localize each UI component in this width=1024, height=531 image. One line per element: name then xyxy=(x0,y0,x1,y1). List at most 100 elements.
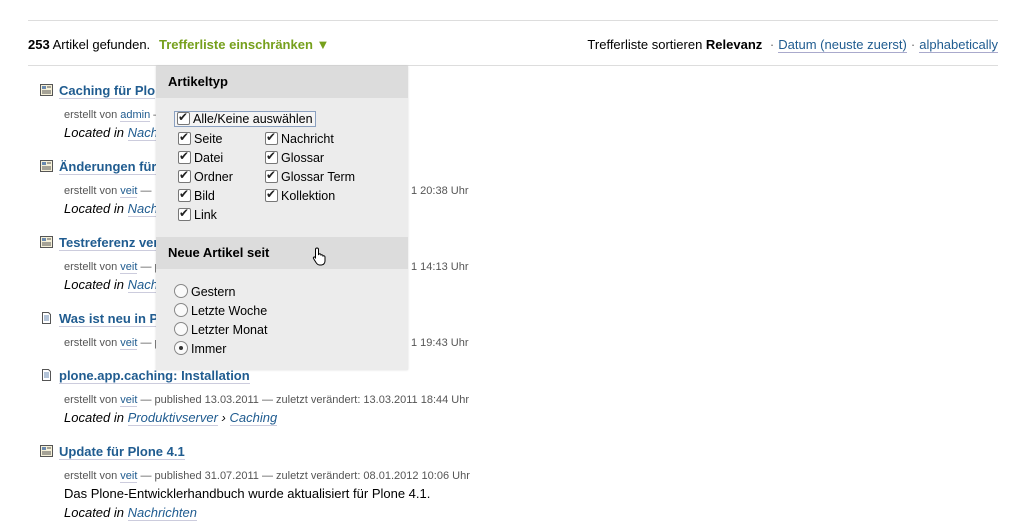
filter-toggle-label[interactable]: Trefferliste einschränken xyxy=(159,37,313,52)
type-label[interactable]: Seite xyxy=(194,132,223,146)
checkbox-checked-icon[interactable] xyxy=(265,130,278,145)
type-checkbox[interactable]: Seite xyxy=(178,130,223,146)
radio-selected-icon[interactable] xyxy=(174,341,188,355)
results-toolbar: 253 Artikel gefunden. Trefferliste einsc… xyxy=(28,33,998,66)
meta-prefix: erstellt von xyxy=(64,394,118,406)
type-checkbox[interactable]: Glossar Term xyxy=(265,168,355,184)
type-label[interactable]: Link xyxy=(194,208,217,222)
result-count: 253 Artikel gefunden. xyxy=(28,37,150,52)
sort-label: Trefferliste sortieren xyxy=(587,37,703,52)
meta-dates: — xyxy=(137,185,152,197)
checkbox-checked-icon[interactable] xyxy=(178,149,191,164)
meta-prefix: erstellt von xyxy=(64,185,118,197)
author-link[interactable]: veit xyxy=(120,394,138,407)
radio-label[interactable]: Gestern xyxy=(191,285,235,299)
radio-label[interactable]: Letzte Woche xyxy=(191,304,267,318)
result-meta: erstellt von veit — xyxy=(64,185,152,198)
location-link[interactable]: Nach xyxy=(127,125,158,141)
filter-toggle-link[interactable]: Trefferliste einschränken ▼ xyxy=(159,37,329,52)
meta-prefix: erstellt von xyxy=(64,470,118,482)
result-title-link[interactable]: plone.app.caching: Installation xyxy=(59,368,250,384)
hand-cursor-icon xyxy=(312,247,326,266)
checkbox-checked-icon[interactable] xyxy=(265,187,278,202)
result-meta: erstellt von veit — p xyxy=(64,261,161,274)
type-checkbox[interactable]: Nachricht xyxy=(265,130,334,146)
result-title-link[interactable]: Caching für Plo xyxy=(59,83,156,99)
sort-options: Trefferliste sortieren Relevanz · Datum (… xyxy=(587,37,998,53)
radio-icon[interactable] xyxy=(174,284,188,298)
top-divider xyxy=(28,20,998,21)
result-meta: erstellt von veit — p xyxy=(64,337,161,350)
checkbox-checked-icon[interactable] xyxy=(177,110,190,125)
since-radio[interactable]: Letzter Monat xyxy=(174,322,267,337)
author-link[interactable]: veit xyxy=(120,185,138,198)
meta-dates: — published 13.03.2011 — zuletzt verände… xyxy=(137,394,470,406)
news-item-icon xyxy=(40,160,53,172)
page-icon xyxy=(42,369,51,381)
radio-icon[interactable] xyxy=(174,303,188,317)
radio-icon[interactable] xyxy=(174,322,188,336)
type-label[interactable]: Glossar Term xyxy=(281,170,355,184)
meta-dates-tail: 1 20:38 Uhr xyxy=(411,185,469,197)
type-label[interactable]: Datei xyxy=(194,151,223,165)
type-label[interactable]: Bild xyxy=(194,189,215,203)
result-description: Das Plone-Entwicklerhandbuch wurde aktua… xyxy=(64,486,431,501)
type-label[interactable]: Kollektion xyxy=(281,189,335,203)
author-link[interactable]: veit xyxy=(120,470,138,483)
checkbox-checked-icon[interactable] xyxy=(265,149,278,164)
type-checkbox[interactable]: Glossar xyxy=(265,149,324,165)
author-link[interactable]: veit xyxy=(120,261,138,274)
radio-label[interactable]: Letzter Monat xyxy=(191,323,267,337)
type-label[interactable]: Nachricht xyxy=(281,132,334,146)
checkbox-checked-icon[interactable] xyxy=(178,168,191,183)
triangle-down-icon[interactable]: ▼ xyxy=(317,37,330,52)
result-location: Located in Nachrichten xyxy=(64,505,197,521)
type-label[interactable]: Glossar xyxy=(281,151,324,165)
radio-label[interactable]: Immer xyxy=(191,342,226,356)
section-title-neue-artikel-seit: Neue Artikel seit xyxy=(168,245,270,260)
result-title-link[interactable]: Was ist neu in P xyxy=(59,311,159,327)
result-title-link[interactable]: Update für Plone 4.1 xyxy=(59,444,185,460)
type-checkbox[interactable]: Ordner xyxy=(178,168,233,184)
result-meta: erstellt von admin — xyxy=(64,109,164,122)
location-link[interactable]: Nach xyxy=(127,277,158,293)
meta-prefix: erstellt von xyxy=(64,109,118,121)
sort-alphabetical-link[interactable]: alphabetically xyxy=(919,37,998,53)
select-all-checkbox[interactable]: Alle/Keine auswählen xyxy=(174,110,316,127)
result-title-link[interactable]: Änderungen für xyxy=(59,159,157,175)
checkbox-checked-icon[interactable] xyxy=(265,168,278,183)
sort-by-date-link[interactable]: Datum (neuste zuerst) xyxy=(778,37,907,53)
since-radio-selected[interactable]: Immer xyxy=(174,341,226,356)
select-all-label[interactable]: Alle/Keine auswählen xyxy=(193,112,313,126)
result-location: Located in Nach xyxy=(64,201,158,217)
author-link[interactable]: veit xyxy=(120,337,138,350)
select-all-wrapper[interactable]: Alle/Keine auswählen xyxy=(174,110,316,127)
since-radio[interactable]: Gestern xyxy=(174,284,235,299)
since-radio[interactable]: Letzte Woche xyxy=(174,303,267,318)
type-checkbox[interactable]: Link xyxy=(178,206,217,222)
type-checkbox[interactable]: Kollektion xyxy=(265,187,335,203)
location-prefix: Located in xyxy=(64,277,124,292)
location-prefix: Located in xyxy=(64,410,124,425)
result-title-link[interactable]: Testreferenz ver xyxy=(59,235,159,251)
location-link[interactable]: Produktivserver xyxy=(127,410,218,426)
meta-dates-tail: 1 19:43 Uhr xyxy=(411,337,469,349)
location-link[interactable]: Caching xyxy=(229,410,278,426)
section-header: Artikeltyp xyxy=(156,66,408,98)
checkbox-checked-icon[interactable] xyxy=(178,130,191,145)
location-link[interactable]: Nach xyxy=(127,201,158,217)
author-link[interactable]: admin xyxy=(120,109,151,122)
location-link[interactable]: Nachrichten xyxy=(127,505,197,521)
checkbox-checked-icon[interactable] xyxy=(178,206,191,221)
type-label[interactable]: Ordner xyxy=(194,170,233,184)
result-count-number: 253 xyxy=(28,37,50,52)
sort-separator: · xyxy=(769,37,775,52)
location-prefix: Located in xyxy=(64,201,124,216)
meta-prefix: erstellt von xyxy=(64,337,118,349)
checkbox-checked-icon[interactable] xyxy=(178,187,191,202)
location-prefix: Located in xyxy=(64,125,124,140)
type-checkbox[interactable]: Datei xyxy=(178,149,223,165)
news-item-icon xyxy=(40,445,53,457)
filter-popup: Artikeltyp Alle/Keine auswählen Seite Da… xyxy=(156,66,408,370)
type-checkbox[interactable]: Bild xyxy=(178,187,215,203)
